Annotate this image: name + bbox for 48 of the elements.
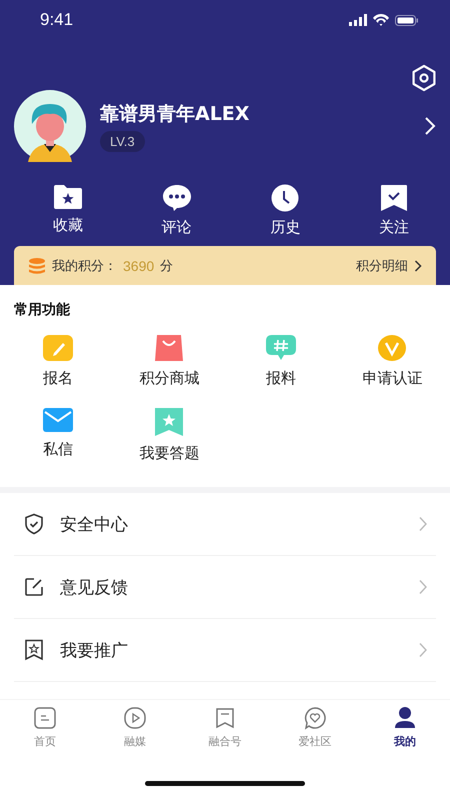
wifi-icon (373, 14, 389, 26)
menu-item-label[interactable]: 意见反馈 (60, 576, 402, 598)
heart-bubble-icon (303, 706, 327, 730)
tab[interactable]: 首页 (15, 706, 75, 766)
bookmark-star-icon[interactable] (155, 408, 184, 436)
section-title: 常用功能 (13, 301, 71, 319)
function-label[interactable]: 申请认证 (362, 369, 422, 388)
signal-icon (349, 14, 367, 26)
edit-icon[interactable] (24, 577, 44, 597)
avatar[interactable] (14, 90, 86, 162)
function-label[interactable]: 私信 (42, 440, 73, 459)
menu-item-label[interactable]: 我要推广 (60, 638, 402, 662)
tab[interactable]: 我的 (375, 706, 435, 766)
person-icon (393, 706, 417, 730)
menu-item-label[interactable]: 安全中心 (60, 512, 402, 536)
coins-icon (28, 256, 46, 274)
user-name: 靠谱男青年ALEX (100, 102, 250, 126)
bookmark-check-icon[interactable] (380, 184, 408, 212)
function-label[interactable]: 报料 (266, 369, 296, 388)
home-icon (33, 706, 57, 730)
level-badge: LV.3 (100, 130, 145, 152)
chat-bubble-icon[interactable] (162, 184, 192, 212)
battery-icon (395, 14, 418, 26)
quick-action-label[interactable]: 收藏 (53, 216, 83, 235)
tab[interactable]: 融合号 (195, 706, 255, 766)
function-label[interactable]: 积分商城 (139, 369, 200, 388)
points-detail-link[interactable]: 积分明细 (356, 256, 408, 274)
points-label: 我的积分： (52, 258, 117, 274)
points-card[interactable]: 我的积分： 3690 分 积分明细 (14, 246, 436, 285)
folder-star-icon[interactable] (53, 184, 83, 210)
clock-icon[interactable] (271, 184, 300, 212)
function-label[interactable]: 报名 (42, 369, 73, 388)
shopping-bag-icon[interactable] (155, 335, 184, 361)
quick-action-label[interactable]: 关注 (378, 218, 409, 237)
quick-action-label[interactable]: 历史 (270, 218, 300, 237)
status-time: 9:41 (40, 10, 74, 30)
tab[interactable]: 爱社区 (285, 706, 345, 766)
points-value: 3690 (123, 258, 154, 274)
function-label[interactable]: 我要答题 (139, 444, 200, 463)
settings-icon[interactable] (410, 64, 438, 92)
play-icon (123, 706, 147, 730)
chevron-right-icon[interactable] (414, 260, 422, 272)
tab[interactable]: 融媒 (105, 706, 165, 766)
bookmark-star-icon[interactable] (24, 639, 44, 661)
points-unit: 分 (160, 258, 174, 274)
mail-icon[interactable] (42, 408, 73, 432)
shield-check-icon[interactable] (24, 513, 44, 535)
quick-action-label[interactable]: 评论 (162, 218, 192, 237)
